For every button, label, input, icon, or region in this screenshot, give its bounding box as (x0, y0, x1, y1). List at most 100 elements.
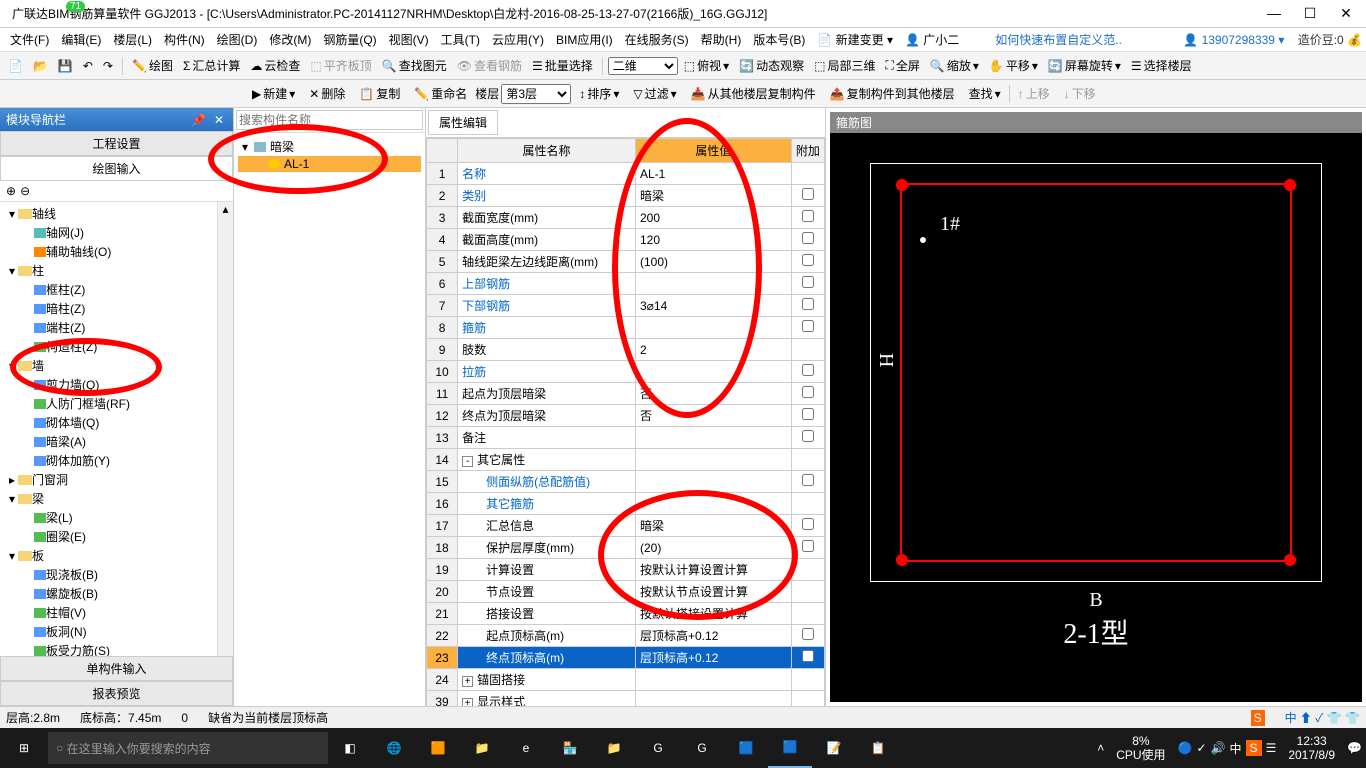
help-tip[interactable]: 如何快速布置自定义范.. (995, 31, 1122, 48)
taskbar-app-icon[interactable]: G (680, 728, 724, 768)
draw-button[interactable]: ✏️绘图 (128, 55, 177, 76)
scroll-up-icon[interactable]: ▴ (218, 202, 233, 216)
property-extra-checkbox[interactable] (802, 232, 814, 244)
tree-item[interactable]: 梁(L) (2, 508, 231, 527)
property-extra-checkbox[interactable] (802, 430, 814, 442)
local-3d-button[interactable]: ⬚ 局部三维 (810, 55, 879, 76)
credit-label[interactable]: 造价豆:0 (1298, 33, 1344, 47)
flat-top-button[interactable]: ⬚ 平齐板顶 (306, 55, 375, 76)
tab-single-input[interactable]: 单构件输入 (0, 656, 233, 681)
fullscreen-button[interactable]: ⛶ 全屏 (881, 55, 923, 76)
tree-item[interactable]: 暗梁(A) (2, 432, 231, 451)
tree-item[interactable]: ▾梁 (2, 489, 231, 508)
cloud-check-button[interactable]: ☁ 云检查 (246, 55, 304, 76)
new-change-button[interactable]: 📄 新建变更 ▾ (811, 29, 899, 50)
property-extra-checkbox[interactable] (802, 408, 814, 420)
taskbar-app-icon[interactable]: 📁 (592, 728, 636, 768)
expand-toggle-icon[interactable]: + (462, 676, 473, 687)
taskbar-search[interactable]: ○ 在这里输入你要搜索的内容 (48, 732, 328, 764)
move-up-button[interactable]: ↑ 上移 (1012, 83, 1056, 104)
menu-item[interactable]: 编辑(E) (55, 31, 107, 49)
taskbar-app-icon[interactable]: e (504, 728, 548, 768)
save-icon[interactable]: 💾 (54, 57, 77, 75)
tree-item[interactable]: 构造柱(Z) (2, 337, 231, 356)
tree-item[interactable]: 板受力筋(S) (2, 641, 231, 656)
property-row[interactable]: 21搭接设置按默认搭接设置计算 (427, 603, 825, 625)
menu-item[interactable]: BIM应用(I) (550, 31, 619, 49)
property-row[interactable]: 15侧面纵筋(总配筋值) (427, 471, 825, 493)
select-floor-button[interactable]: ☰ 选择楼层 (1127, 55, 1196, 76)
collapse-icon[interactable]: ⊖ (20, 184, 30, 198)
viz-canvas[interactable]: 1# H B 2-1型 (830, 133, 1362, 702)
property-row[interactable]: 18保护层厚度(mm)(20) (427, 537, 825, 559)
taskbar-app-icon[interactable]: 🌐 (372, 728, 416, 768)
copy-to-floor-button[interactable]: 📤 复制构件到其他楼层 (824, 83, 961, 104)
property-row[interactable]: 4截面高度(mm)120 (427, 229, 825, 251)
cpu-meter[interactable]: 8% CPU使用 (1108, 734, 1173, 763)
taskbar-app-icon[interactable]: 🟧 (416, 728, 460, 768)
minimize-button[interactable]: — (1260, 5, 1288, 22)
move-down-button[interactable]: ↓ 下移 (1058, 83, 1102, 104)
tree-item[interactable]: 人防门框墙(RF) (2, 394, 231, 413)
tree-item[interactable]: ▸门窗洞 (2, 470, 231, 489)
menu-item[interactable]: 云应用(Y) (486, 31, 550, 49)
component-tree-item[interactable]: AL-1 (238, 156, 421, 172)
property-extra-checkbox[interactable] (802, 188, 814, 200)
menu-item[interactable]: 绘图(D) (211, 31, 264, 49)
property-row[interactable]: 10拉筋 (427, 361, 825, 383)
new-file-icon[interactable]: 📄 (4, 57, 27, 75)
property-extra-checkbox[interactable] (802, 650, 814, 662)
tab-project-settings[interactable]: 工程设置 (0, 131, 233, 156)
undo-icon[interactable]: ↶ (79, 57, 97, 75)
property-row[interactable]: 3截面宽度(mm)200 (427, 207, 825, 229)
open-file-icon[interactable]: 📂 (29, 57, 52, 75)
property-row[interactable]: 8箍筋 (427, 317, 825, 339)
menu-item[interactable]: 工具(T) (435, 31, 486, 49)
tree-item[interactable]: 辅助轴线(O) (2, 242, 231, 261)
ime-indicator[interactable]: S (1251, 710, 1265, 726)
tree-item[interactable]: 框柱(Z) (2, 280, 231, 299)
property-row[interactable]: 1名称AL-1 (427, 163, 825, 185)
property-row[interactable]: 17汇总信息暗梁 (427, 515, 825, 537)
expand-toggle-icon[interactable]: - (462, 456, 473, 467)
batch-select-button[interactable]: ☰ 批量选择 (528, 55, 597, 76)
taskbar-app-icon[interactable]: 🏪 (548, 728, 592, 768)
tree-item[interactable]: 剪力墙(Q) (2, 375, 231, 394)
menu-item[interactable]: 文件(F) (4, 31, 55, 49)
tree-item[interactable]: 柱帽(V) (2, 603, 231, 622)
filter-button[interactable]: ▽ 过滤 ▾ (627, 83, 682, 104)
copy-from-floor-button[interactable]: 📥 从其他楼层复制构件 (685, 83, 822, 104)
property-row[interactable]: 2类别暗梁 (427, 185, 825, 207)
property-extra-checkbox[interactable] (802, 210, 814, 222)
expand-toggle-icon[interactable]: + (462, 698, 473, 706)
rename-button[interactable]: ✏️ 重命名 (408, 83, 473, 104)
delete-button[interactable]: ✕ 删除 (303, 83, 351, 104)
property-row[interactable]: 11起点为顶层暗梁否 (427, 383, 825, 405)
view-mode-select[interactable]: 二维 (608, 57, 678, 75)
menu-item[interactable]: 帮助(H) (695, 31, 748, 49)
property-row[interactable]: 20节点设置按默认节点设置计算 (427, 581, 825, 603)
menu-item[interactable]: 构件(N) (158, 31, 211, 49)
user-button[interactable]: 👤 广小二 (899, 29, 965, 50)
taskbar-app-icon[interactable]: 🟦 (768, 728, 812, 768)
tray-expand-icon[interactable]: ˄ (1097, 741, 1104, 755)
volume-icon[interactable]: 🔊 (1211, 741, 1226, 755)
property-extra-checkbox[interactable] (802, 298, 814, 310)
property-row[interactable]: 5轴线距梁左边线距离(mm)(100) (427, 251, 825, 273)
property-row[interactable]: 14-其它属性 (427, 449, 825, 471)
property-tab[interactable]: 属性编辑 (428, 110, 498, 135)
tree-item[interactable]: 暗柱(Z) (2, 299, 231, 318)
panel-close-icon[interactable]: ✕ (211, 113, 227, 127)
maximize-button[interactable]: ☐ (1296, 5, 1324, 22)
pin-icon[interactable]: 📌 (188, 113, 209, 127)
tray-icon[interactable]: ✓ (1197, 741, 1207, 755)
dynamic-view-button[interactable]: 🔄 动态观察 (735, 55, 808, 76)
property-extra-checkbox[interactable] (802, 540, 814, 552)
clock[interactable]: 12:33 2017/8/9 (1280, 734, 1343, 763)
ime-icon[interactable]: 中 (1230, 740, 1242, 757)
tree-item[interactable]: 板洞(N) (2, 622, 231, 641)
component-search-input[interactable] (236, 110, 423, 130)
tree-item[interactable]: 圈梁(E) (2, 527, 231, 546)
rotate-button[interactable]: 🔄 屏幕旋转 ▾ (1044, 55, 1125, 76)
zoom-button[interactable]: 🔍 缩放 ▾ (926, 55, 983, 76)
